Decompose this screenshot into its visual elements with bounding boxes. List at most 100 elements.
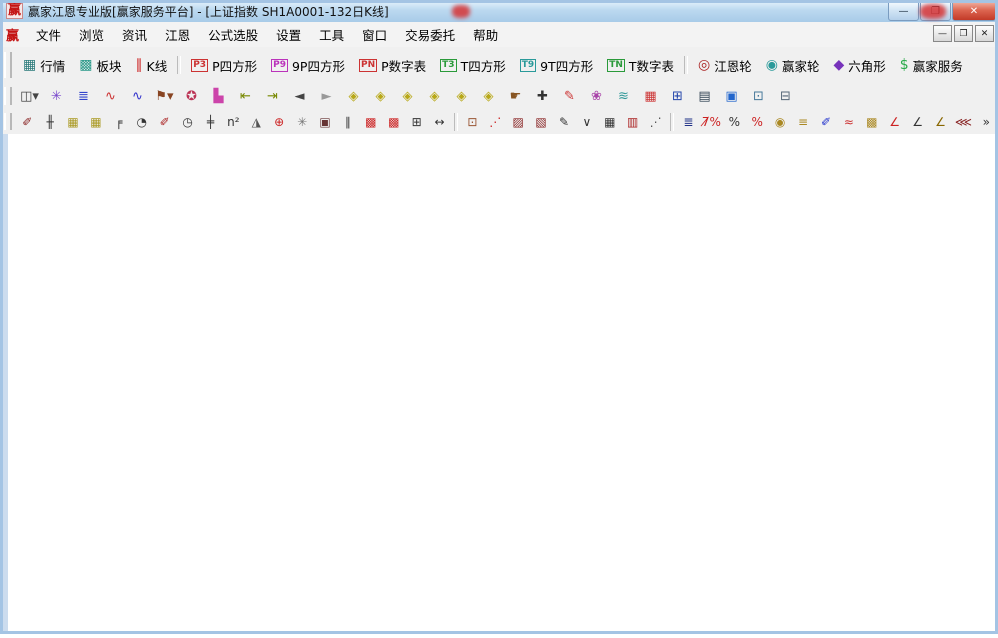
wave-v-icon[interactable]: ∨ — [576, 111, 597, 132]
bar-stats-icon[interactable]: ≣ — [678, 111, 699, 132]
flag-dropdown-icon[interactable]: ⚑▾ — [152, 85, 177, 108]
red-grid-icon[interactable]: ▥ — [622, 111, 643, 132]
trend-pen-icon[interactable]: ✎ — [554, 111, 575, 132]
n-squared-icon[interactable]: n² — [223, 111, 244, 132]
spiral-icon[interactable]: ◔ — [131, 111, 152, 132]
ink-pen-icon[interactable]: ✐ — [816, 111, 837, 132]
ninet-square-button[interactable]: T99T四方形 — [513, 53, 601, 78]
skip-start-icon[interactable]: ⇤ — [233, 85, 258, 108]
f-grid-icon[interactable]: ╒ — [108, 111, 129, 132]
braid-tool-icon[interactable]: ≋ — [611, 85, 636, 108]
mdi-close-button[interactable]: ✕ — [975, 25, 994, 42]
menu-item-公式选股[interactable]: 公式选股 — [199, 22, 267, 47]
red-pen-icon[interactable]: ✐ — [154, 111, 175, 132]
kline-style-dropdown-icon[interactable]: ◫▾ — [17, 85, 42, 108]
pen-tool-icon[interactable]: ✐ — [17, 111, 38, 132]
hand-icon[interactable]: ☛ — [503, 85, 528, 108]
time-circle-icon[interactable]: ◷ — [177, 111, 198, 132]
title-bar[interactable]: 赢 赢家江恩专业版[赢家服务平台] - [上证指数 SH1A0001-132日K… — [0, 0, 998, 23]
minimize-button[interactable]: — — [888, 1, 919, 21]
diamond-all-icon[interactable]: ◈ — [476, 85, 501, 108]
crosshair-icon[interactable]: ✚ — [530, 85, 555, 108]
mdi-restore-button[interactable]: ❐ — [954, 25, 973, 42]
p-square-button[interactable]: P3P四方形 — [184, 53, 264, 78]
menu-item-设置[interactable]: 设置 — [267, 22, 310, 47]
gold-red-grid-icon[interactable]: ▩ — [861, 111, 882, 132]
menu-item-交易委托[interactable]: 交易委托 — [396, 22, 464, 47]
tick-grid-icon[interactable]: ╫ — [40, 111, 61, 132]
speed-line-icon[interactable]: ⋘ — [953, 111, 974, 132]
shen-grid-icon[interactable]: ▩ — [360, 111, 381, 132]
winner-wheel-button[interactable]: ◉赢家轮 — [759, 53, 827, 78]
hash-grid-icon[interactable]: ╪ — [200, 111, 221, 132]
print-icon[interactable]: ⊟ — [773, 85, 798, 108]
ying-grid-icon[interactable]: ▩ — [383, 111, 404, 132]
diamond-expand-icon[interactable]: ◈ — [395, 85, 420, 108]
gann-target-icon[interactable]: ⊕ — [269, 111, 290, 132]
quotes-button[interactable]: ▦行情 — [16, 53, 72, 78]
wave-9-icon[interactable]: ∿ — [125, 85, 150, 108]
quote-marks-icon[interactable]: ∥ — [337, 111, 358, 132]
info-list-icon[interactable]: ≣ — [71, 85, 96, 108]
diamond-shrink-icon[interactable]: ◈ — [422, 85, 447, 108]
menu-item-窗口[interactable]: 窗口 — [353, 22, 396, 47]
fan-box-icon[interactable]: ▨ — [508, 111, 529, 132]
sectors-button[interactable]: ▩板块 — [72, 53, 128, 78]
kline-button[interactable]: ∥K线 — [129, 53, 175, 78]
export-icon[interactable]: ⊡ — [746, 85, 771, 108]
more-chevron-icon[interactable]: » — [976, 111, 997, 132]
notepad-icon[interactable]: ▤ — [692, 85, 717, 108]
t-square-button[interactable]: T3T四方形 — [433, 53, 513, 78]
diamond-cross-icon[interactable]: ◈ — [449, 85, 474, 108]
box-grid-icon[interactable]: ▣ — [315, 111, 336, 132]
t-table-button[interactable]: TNT数字表 — [600, 53, 681, 78]
fan-lines-icon[interactable]: ⋰ — [485, 111, 506, 132]
percent-retrace-icon[interactable]: 7̸% — [701, 111, 722, 132]
width-measure-icon[interactable]: ↔ — [429, 111, 450, 132]
menu-item-文件[interactable]: 文件 — [27, 22, 70, 47]
diamond-left-icon[interactable]: ◈ — [341, 85, 366, 108]
toolbar-grip[interactable] — [4, 87, 12, 105]
color-chart-icon[interactable]: ▙ — [206, 85, 231, 108]
toolbar-grip[interactable] — [4, 52, 12, 77]
marker-pen-icon[interactable]: ✎ — [557, 85, 582, 108]
parallel-lines-icon[interactable]: ⋰ — [645, 111, 666, 132]
gold-line-icon[interactable]: ∠ — [930, 111, 951, 132]
angle-tool-icon[interactable]: ◮ — [246, 111, 267, 132]
menu-item-工具[interactable]: 工具 — [310, 22, 353, 47]
diamond-right-icon[interactable]: ◈ — [368, 85, 393, 108]
toolbar-grip[interactable] — [4, 113, 12, 131]
menu-item-江恩[interactable]: 江恩 — [156, 22, 199, 47]
close-button[interactable]: ✕ — [952, 1, 996, 21]
wave-band-icon[interactable]: ≈ — [838, 111, 859, 132]
hexagon-button[interactable]: ◆六角形 — [826, 53, 892, 78]
gann-wheel-button[interactable]: ◎江恩轮 — [691, 53, 759, 78]
p-table-button[interactable]: PNP数字表 — [352, 53, 433, 78]
main-chart[interactable]: 赢家财富网 — [0, 134, 998, 634]
step-forward-icon[interactable]: ► — [314, 85, 339, 108]
percent-icon[interactable]: % — [724, 111, 745, 132]
network-icon[interactable]: ✳ — [44, 85, 69, 108]
flower-tool-icon[interactable]: ❀ — [584, 85, 609, 108]
calculator-icon[interactable]: ⊞ — [665, 85, 690, 108]
menu-item-资讯[interactable]: 资讯 — [113, 22, 156, 47]
star-grid-icon[interactable]: ✳ — [292, 111, 313, 132]
calendar-icon[interactable]: ▦ — [638, 85, 663, 108]
winner-service-button[interactable]: $赢家服务 — [893, 53, 970, 78]
gold-square-2-icon[interactable]: ▦ — [86, 111, 107, 132]
analyst-icon[interactable]: ✪ — [179, 85, 204, 108]
dark-grid-icon[interactable]: ▦ — [599, 111, 620, 132]
box-select-icon[interactable]: ⊡ — [462, 111, 483, 132]
mdi-minimize-button[interactable]: — — [933, 25, 952, 42]
wave-3-icon[interactable]: ∿ — [98, 85, 123, 108]
percent-lines-icon[interactable]: % — [747, 111, 768, 132]
menu-item-浏览[interactable]: 浏览 — [70, 22, 113, 47]
save-icon[interactable]: ▣ — [719, 85, 744, 108]
j-angle-icon[interactable]: ∠ — [884, 111, 905, 132]
gold-levels-icon[interactable]: ≡ — [793, 111, 814, 132]
menu-item-帮助[interactable]: 帮助 — [464, 22, 507, 47]
step-back-icon[interactable]: ◄ — [287, 85, 312, 108]
f-angle-icon[interactable]: ∠ — [907, 111, 928, 132]
gold-square-1-icon[interactable]: ▦ — [63, 111, 84, 132]
ninep-square-button[interactable]: P99P四方形 — [264, 53, 352, 78]
